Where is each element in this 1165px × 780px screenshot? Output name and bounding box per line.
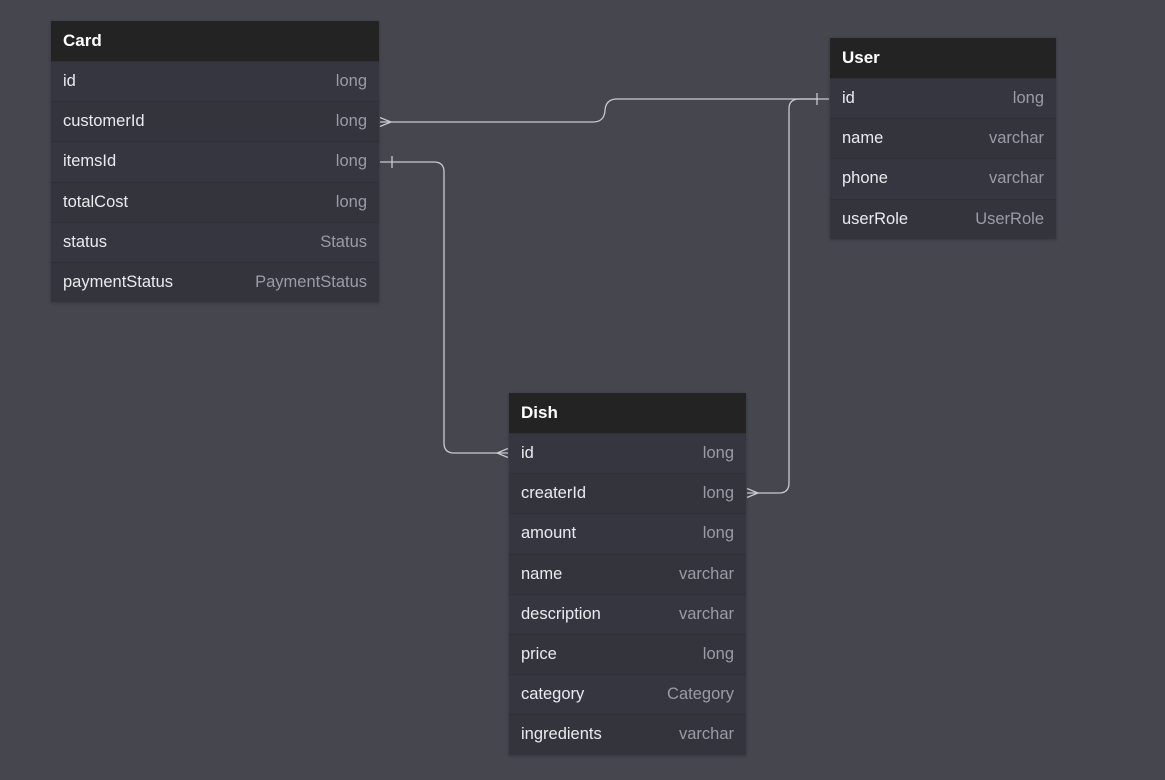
- field-row[interactable]: ingredients varchar: [509, 714, 746, 755]
- entity-title[interactable]: User: [830, 38, 1056, 78]
- entity-dish[interactable]: Dish id long createrId long amount long …: [509, 393, 746, 755]
- field-name: userRole: [842, 209, 909, 228]
- field-type: long: [335, 152, 367, 171]
- crowfoot-many-icon: [379, 116, 393, 128]
- entity-title[interactable]: Card: [51, 21, 379, 61]
- entity-user[interactable]: User id long name varchar phone varchar …: [830, 38, 1056, 239]
- field-row[interactable]: name varchar: [509, 553, 746, 594]
- field-name: description: [521, 604, 601, 623]
- field-row[interactable]: price long: [509, 633, 746, 675]
- field-type: UserRole: [975, 209, 1044, 228]
- field-name: createrId: [521, 484, 587, 503]
- field-name: name: [842, 129, 884, 148]
- field-row[interactable]: description varchar: [509, 593, 746, 634]
- field-type: long: [335, 192, 367, 211]
- relation-user-id-dish-createrid[interactable]: [747, 98, 817, 494]
- field-name: name: [521, 564, 563, 583]
- field-row[interactable]: id long: [830, 78, 1056, 119]
- relation-card-customerid-user-id[interactable]: [380, 98, 829, 123]
- field-name: price: [521, 645, 557, 664]
- field-type: varchar: [678, 725, 734, 744]
- field-name: id: [842, 89, 855, 108]
- field-type: varchar: [678, 604, 734, 623]
- field-type: Status: [320, 232, 367, 251]
- field-type: long: [702, 524, 734, 543]
- field-type: Category: [667, 685, 734, 704]
- field-type: varchar: [678, 564, 734, 583]
- field-row[interactable]: totalCost long: [51, 181, 379, 222]
- entity-title[interactable]: Dish: [509, 393, 746, 433]
- field-row[interactable]: createrId long: [509, 473, 746, 514]
- field-name: paymentStatus: [63, 273, 174, 292]
- field-type: long: [1012, 89, 1044, 108]
- field-name: ingredients: [521, 725, 602, 744]
- field-type: long: [335, 72, 367, 91]
- field-name: id: [63, 72, 76, 91]
- field-row[interactable]: amount long: [509, 513, 746, 554]
- field-row[interactable]: userRole UserRole: [830, 198, 1056, 239]
- field-row[interactable]: paymentStatus PaymentStatus: [51, 261, 379, 303]
- field-row[interactable]: category Category: [509, 674, 746, 715]
- field-name: phone: [842, 169, 888, 188]
- field-name: customerId: [63, 112, 145, 131]
- field-type: long: [702, 484, 734, 503]
- entity-card[interactable]: Card id long customerId long itemsId lon…: [51, 21, 379, 303]
- field-name: status: [63, 232, 108, 251]
- field-type: PaymentStatus: [255, 273, 367, 292]
- field-row[interactable]: status Status: [51, 221, 379, 262]
- crowfoot-many-icon: [746, 487, 760, 499]
- field-row[interactable]: customerId long: [51, 101, 379, 142]
- field-name: itemsId: [63, 152, 117, 171]
- field-type: long: [335, 112, 367, 131]
- field-type: long: [702, 645, 734, 664]
- field-name: totalCost: [63, 192, 129, 211]
- field-row[interactable]: name varchar: [830, 118, 1056, 159]
- relation-card-itemsid-dish-id[interactable]: [380, 161, 508, 454]
- diagram-canvas[interactable]: Card id long customerId long itemsId lon…: [0, 0, 1165, 780]
- field-row[interactable]: phone varchar: [830, 158, 1056, 199]
- field-row[interactable]: id long: [509, 433, 746, 474]
- field-row[interactable]: itemsId long: [51, 141, 379, 182]
- field-row[interactable]: id long: [51, 61, 379, 102]
- field-type: varchar: [988, 169, 1044, 188]
- field-type: varchar: [988, 129, 1044, 148]
- field-name: amount: [521, 524, 577, 543]
- field-name: category: [521, 685, 585, 704]
- field-type: long: [702, 444, 734, 463]
- field-name: id: [521, 444, 534, 463]
- crowfoot-many-icon: [495, 447, 509, 459]
